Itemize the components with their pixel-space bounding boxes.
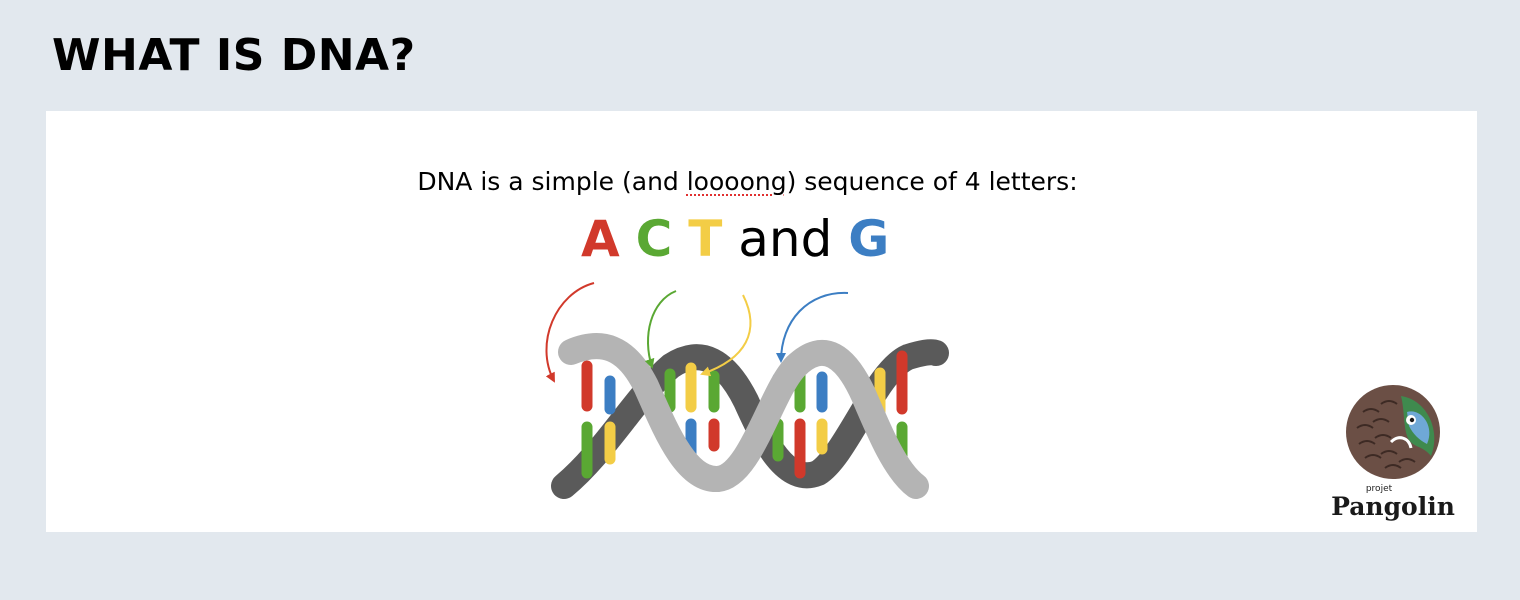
pangolin-logo-icon bbox=[1346, 385, 1440, 479]
logo-name: Pangolin bbox=[1331, 492, 1455, 521]
pangolin-logo: projet Pangolin bbox=[1323, 382, 1463, 520]
slide-title: WHAT IS DNA? bbox=[52, 30, 416, 81]
content-panel: DNA is a simple (and loooong) sequence o… bbox=[46, 111, 1477, 532]
dna-double-helix-icon bbox=[545, 282, 949, 499]
